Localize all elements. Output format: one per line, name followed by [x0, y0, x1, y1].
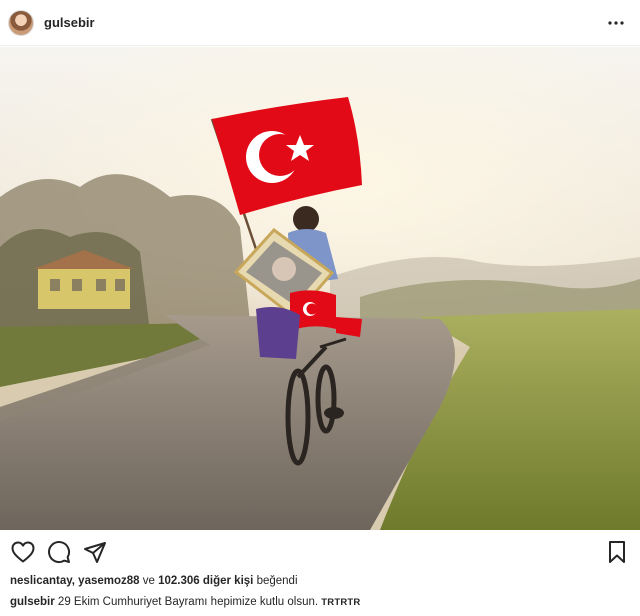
- share-button[interactable]: [82, 539, 108, 565]
- comment-icon: [48, 541, 71, 564]
- likes-suffix: beğendi: [253, 575, 298, 587]
- caption-text: 29 Ekim Cumhuriyet Bayramı hepimize kutl…: [54, 596, 322, 608]
- caption-tags: TRTRTR: [321, 597, 361, 608]
- likes-count[interactable]: 102.306 diğer kişi: [158, 575, 253, 587]
- more-horizontal-icon: [608, 20, 624, 25]
- post-image: [0, 47, 640, 530]
- comment-button[interactable]: [46, 539, 72, 565]
- paper-plane-icon: [84, 542, 106, 563]
- post-actions: [0, 538, 640, 566]
- like-button[interactable]: [10, 539, 36, 565]
- author-username[interactable]: gulsebir: [44, 15, 604, 30]
- likes-connector: ve: [139, 575, 159, 587]
- post-header: gulsebir: [0, 0, 640, 46]
- save-button[interactable]: [604, 539, 630, 565]
- heart-icon: [11, 541, 35, 563]
- bookmark-icon: [609, 541, 625, 563]
- likes-summary: neslicantay, yasemoz88 ve 102.306 diğer …: [10, 575, 298, 587]
- more-options-button[interactable]: [604, 11, 628, 35]
- post-caption: gulsebir 29 Ekim Cumhuriyet Bayramı hepi…: [10, 596, 360, 608]
- post-photo[interactable]: [0, 47, 640, 530]
- caption-author[interactable]: gulsebir: [10, 596, 55, 608]
- author-avatar[interactable]: [8, 9, 34, 36]
- liked-by-users[interactable]: neslicantay, yasemoz88: [10, 575, 140, 587]
